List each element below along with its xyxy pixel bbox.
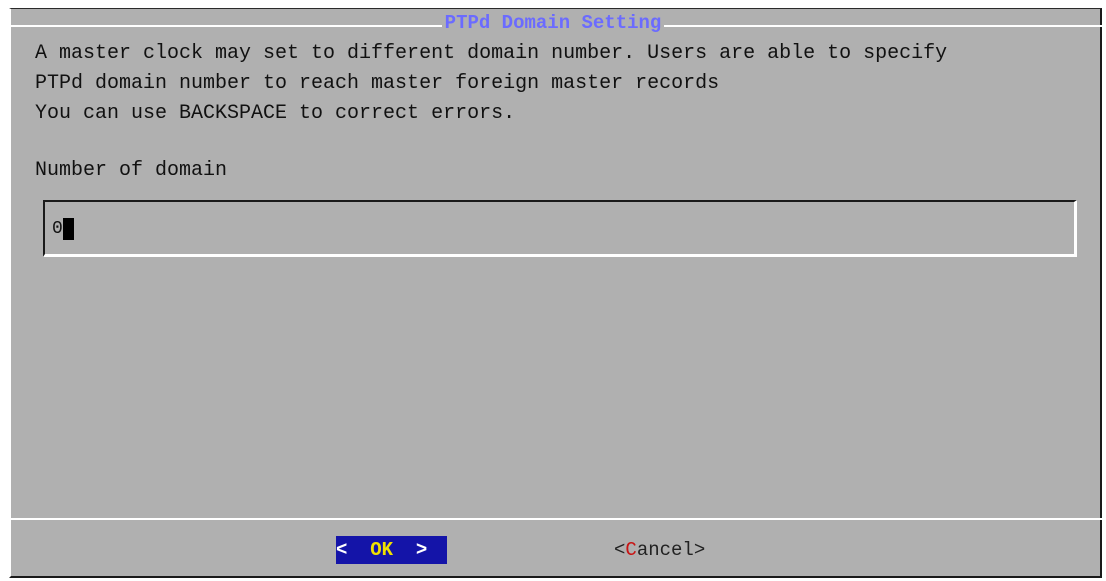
ok-label: OK — [370, 539, 394, 561]
terminal-screen: PTPd Domain Setting A master clock may s… — [0, 0, 1106, 581]
cancel-button[interactable]: <Cancel> — [614, 536, 705, 564]
button-separator — [9, 518, 1102, 520]
ok-bracket-right: > — [404, 539, 428, 561]
cancel-bracket-left: < — [614, 539, 626, 561]
dialog-title: PTPd Domain Setting — [441, 12, 665, 34]
ok-bracket-left: < — [336, 539, 359, 561]
description-line-3: You can use BACKSPACE to correct errors. — [35, 102, 516, 125]
description-line-2: PTPd domain number to reach master forei… — [35, 72, 720, 95]
text-cursor — [62, 218, 74, 240]
field-label: Number of domain — [35, 159, 228, 182]
cancel-hotkey: C — [625, 539, 637, 561]
ok-button[interactable]: < OK > — [336, 536, 447, 564]
cancel-bracket-right: > — [693, 539, 706, 561]
input-value-wrapper[interactable]: 0 — [52, 218, 74, 240]
input-value[interactable]: 0 — [52, 219, 63, 239]
description-line-1: A master clock may set to different doma… — [35, 42, 948, 65]
domain-number-input[interactable]: 0 — [43, 200, 1077, 257]
dialog-title-wrapper: PTPd Domain Setting — [0, 12, 1106, 34]
cancel-label-rest: ancel — [636, 539, 694, 561]
